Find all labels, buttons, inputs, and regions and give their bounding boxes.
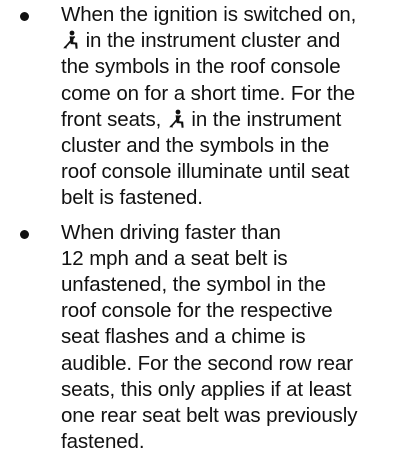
bullet-list: When the ignition is switched on, in the…	[0, 0, 397, 455]
text-line: When driving faster than	[61, 220, 281, 244]
text-line: roof console illuminate until seat	[61, 160, 350, 184]
text-line: When the ignition is switched on,	[61, 3, 357, 26]
text-line: roof console for the respective	[61, 299, 333, 323]
bullet-dot-icon	[20, 229, 29, 239]
text-line: unfastened, the symbol in the	[61, 273, 326, 297]
text-line: one rear seat belt was previously	[61, 404, 358, 428]
text-line: cluster and the symbols in the	[61, 134, 330, 158]
text-line: audible. For the second row rear	[61, 351, 353, 375]
bullet-item-driving: When driving faster than 12 mph and a se…	[0, 220, 397, 456]
seatbelt-reminder-icon	[167, 109, 186, 129]
text-line: fastened.	[61, 430, 145, 454]
text-line: the symbols in the roof console	[61, 55, 341, 79]
text-line: front seats, in the instrument	[61, 107, 342, 131]
bullet-dot-icon	[20, 12, 29, 21]
text-line: seats, this only applies if at least	[61, 377, 352, 401]
bullet-item-ignition: When the ignition is switched on, in the…	[0, 0, 397, 212]
text-line: come on for a short time. For the	[61, 81, 356, 105]
text-line: seat flashes and a chime is	[61, 325, 306, 349]
text-line: 12 mph and a seat belt is	[61, 246, 288, 270]
text-line: belt is fastened.	[61, 186, 203, 210]
seatbelt-reminder-icon	[61, 30, 80, 50]
text-line: in the instrument cluster and	[61, 28, 391, 54]
